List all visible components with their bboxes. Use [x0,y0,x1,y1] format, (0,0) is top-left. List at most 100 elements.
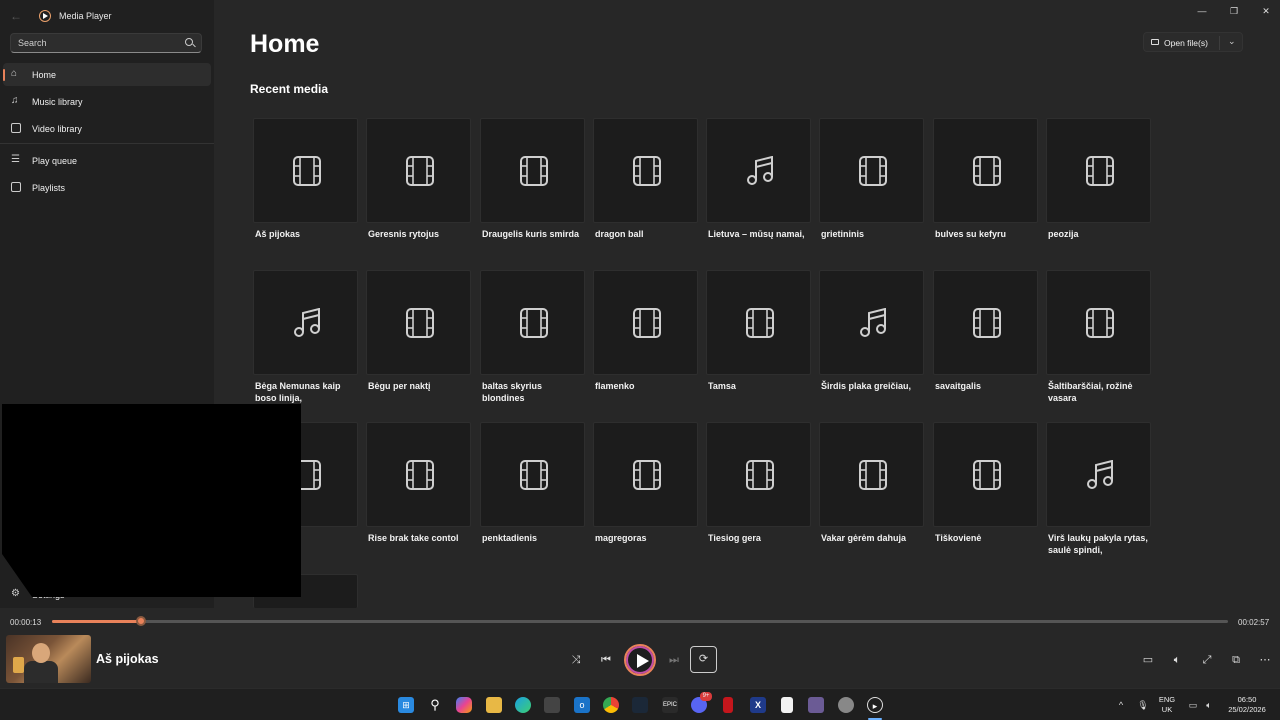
media-tile[interactable]: peozija [1046,118,1151,240]
media-tile[interactable]: penktadienis [480,422,585,544]
media-tile[interactable]: Vakar gėrėm dahuja [819,422,924,544]
shuffle-icon[interactable]: ⤨ [566,650,586,670]
store-icon[interactable] [544,697,560,713]
search-icon[interactable]: ⚲ [427,697,443,713]
media-tile[interactable]: flamenko [593,270,698,392]
speaker-icon[interactable]: 🔈︎ [1201,697,1217,713]
github-desktop-icon[interactable] [838,697,854,713]
media-thumbnail [819,270,924,375]
chevron-down-icon[interactable]: ⌄ [1228,36,1236,47]
media-thumbnail [593,422,698,527]
now-playing-title[interactable]: Aš pijokas [96,652,159,666]
media-tile[interactable]: magregoras [593,422,698,544]
media-title: grietininis [821,229,865,239]
now-playing-thumbnail[interactable] [6,635,91,683]
media-tile[interactable]: Geresnis rytojus [366,118,471,240]
sidebar-item-playlists[interactable]: Playlists [3,176,211,199]
media-tile[interactable]: Lietuva – mūsų namai, [706,118,811,240]
video-icon [11,123,21,133]
seek-thumb[interactable] [136,616,147,626]
volume-icon[interactable]: 🔈︎ [1167,650,1187,670]
netflix-icon[interactable] [723,697,733,713]
next-icon[interactable]: ⏭ [664,650,684,670]
music-note-icon [860,308,886,337]
media-player-taskbar-icon[interactable]: ▸ [867,697,883,713]
network-icon[interactable]: ▭ [1185,697,1201,713]
outlook-icon[interactable]: o [574,697,590,713]
button-divider [1219,36,1220,50]
more-options-icon[interactable]: ⋯ [1255,650,1275,670]
sidebar-item-label: Home [32,69,57,80]
play-button[interactable] [624,644,656,676]
media-tile[interactable]: Širdis plaka greičiau, [819,270,924,392]
document-icon[interactable] [781,697,793,713]
media-tile[interactable]: Tiesiog gera [706,422,811,544]
seek-bar[interactable] [52,616,1228,626]
open-files-button[interactable]: Open file(s) ⌄ [1143,32,1243,52]
clock[interactable]: 06:50 25/02/2026 [1222,695,1272,715]
media-tile[interactable]: Virš laukų pakyla rytas, saulė spindi, [1046,422,1151,556]
repeat-off-icon[interactable]: ⟳ [690,646,717,673]
chrome-icon[interactable] [603,697,619,713]
video-icon [520,156,548,186]
epic-games-icon[interactable]: EPIC [662,697,678,713]
media-tile[interactable]: bulves su kefyru [933,118,1038,240]
media-tile[interactable]: Šaltibarščiai, rožinė vasara [1046,270,1151,404]
sidebar-item-home[interactable]: ⌂ Home [3,63,211,86]
maximize-icon[interactable]: ❐ [1227,5,1241,17]
media-tile[interactable]: grietininis [819,118,924,240]
media-tile[interactable]: baltas skyrius blondines [480,270,585,404]
file-explorer-icon[interactable] [486,697,502,713]
media-tile[interactable]: Tamsa [706,270,811,392]
minimize-icon[interactable]: — [1195,5,1209,17]
search-input[interactable] [18,36,178,50]
media-tile[interactable]: Tiškovienė [933,422,1038,544]
video-icon [1086,156,1114,186]
media-player-window: ← Media Player ⌂ Home ♫ Music library Vi… [0,0,1280,688]
miniplayer-icon[interactable]: ▭ [1138,650,1158,670]
media-thumbnail [366,270,471,375]
media-tile[interactable]: Draugelis kuris smirda [480,118,585,240]
sidebar-item-label: Play queue [32,155,78,166]
language-indicator[interactable]: ENG UK [1155,695,1179,715]
back-arrow-icon[interactable]: ← [8,8,24,24]
copilot-icon[interactable] [456,697,472,713]
media-title: Vakar gėrėm dahuja [821,533,907,543]
media-tile[interactable]: Rise brak take contol [366,422,471,544]
video-icon [633,308,661,338]
media-tile[interactable]: savaitgalis [933,270,1038,392]
previous-icon[interactable]: ⏮ [596,650,616,670]
media-thumbnail [933,422,1038,527]
close-icon[interactable]: ✕ [1259,5,1273,17]
app-icon[interactable] [808,697,824,713]
media-title: dragon ball [595,229,644,239]
chevron-up-icon[interactable]: ^ [1113,697,1129,713]
music-note-icon: ♫ [11,95,19,106]
page-title: Home [250,30,320,58]
media-thumbnail [480,118,585,223]
cast-icon[interactable]: ⧉ [1226,650,1246,670]
steam-icon[interactable] [632,697,648,713]
media-tile[interactable]: Bėgu per naktį [366,270,471,392]
media-thumbnail [819,422,924,527]
media-title: Tiškovienė [935,533,982,543]
sidebar-item-music-library[interactable]: ♫ Music library [3,90,211,113]
edge-icon[interactable] [515,697,531,713]
x-app-icon[interactable]: X [750,697,766,713]
microphone-icon[interactable]: 🎙︎ [1135,697,1151,713]
thumbnail-mug [13,657,24,673]
media-tile[interactable]: dragon ball [593,118,698,240]
media-tile[interactable]: Bėga Nemunas kaip boso linija, [253,270,358,404]
video-icon [859,156,887,186]
windows-start-icon[interactable]: ⊞ [398,697,414,713]
sidebar-item-video-library[interactable]: Video library [3,117,211,140]
keyboard-layout: UK [1161,705,1173,714]
search-box[interactable] [10,33,202,53]
media-tile[interactable]: Aš pijokas [253,118,358,240]
sidebar-item-play-queue[interactable]: ☰ Play queue [3,149,211,172]
video-icon [973,156,1001,186]
media-title: Geresnis rytojus [368,229,440,239]
fullscreen-icon[interactable]: ⤢ [1197,650,1217,670]
media-thumbnail [706,118,811,223]
search-icon[interactable] [185,38,193,46]
